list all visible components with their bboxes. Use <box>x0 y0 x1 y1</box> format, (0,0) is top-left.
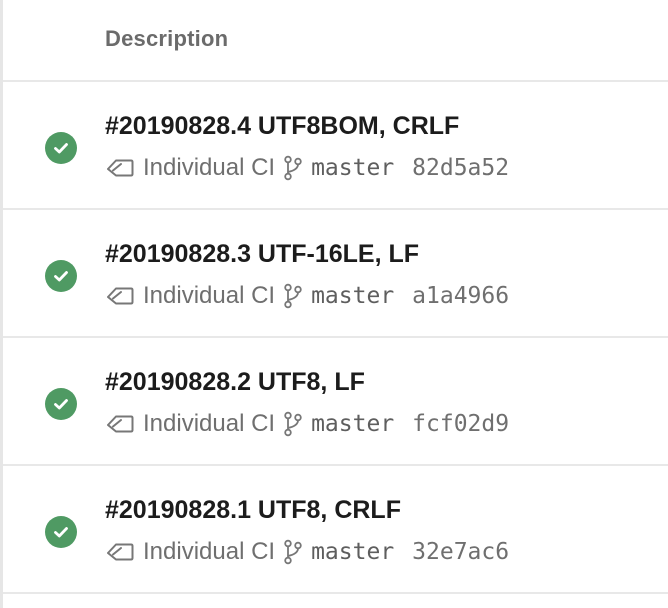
tag-icon <box>105 540 135 564</box>
run-row[interactable]: #20190828.1 UTF8, CRLF Individual CI mas… <box>3 466 668 594</box>
branch-name[interactable]: master <box>311 411 394 437</box>
run-meta: Individual CI master a1a4966 <box>105 280 509 312</box>
git-branch-icon <box>283 283 305 309</box>
run-row[interactable]: #20190828.3 UTF-16LE, LF Individual CI m… <box>3 210 668 338</box>
run-row[interactable]: #20190828.4 UTF8BOM, CRLF Individual CI … <box>3 82 668 210</box>
run-title[interactable]: #20190828.1 UTF8, CRLF <box>105 496 401 525</box>
commit-hash[interactable]: a1a4966 <box>412 283 509 309</box>
list-header: Description <box>3 0 668 82</box>
runs-list-panel: Description #20190828.4 UTF8BOM, CRLF In… <box>0 0 668 608</box>
run-meta: Individual CI master 82d5a52 <box>105 152 509 184</box>
check-circle-icon <box>45 132 77 164</box>
run-meta: Individual CI master fcf02d9 <box>105 408 509 440</box>
run-row[interactable]: #20190828.2 UTF8, LF Individual CI maste… <box>3 338 668 466</box>
run-meta: Individual CI master 32e7ac6 <box>105 536 509 568</box>
branch-name[interactable]: master <box>311 283 394 309</box>
check-circle-icon <box>45 388 77 420</box>
commit-hash[interactable]: 32e7ac6 <box>412 539 509 565</box>
run-title[interactable]: #20190828.3 UTF-16LE, LF <box>105 240 419 269</box>
pipeline-name[interactable]: Individual CI <box>143 410 275 438</box>
branch-name[interactable]: master <box>311 155 394 181</box>
commit-hash[interactable]: fcf02d9 <box>412 411 509 437</box>
tag-icon <box>105 412 135 436</box>
pipeline-name[interactable]: Individual CI <box>143 154 275 182</box>
description-column-header[interactable]: Description <box>105 26 228 52</box>
git-branch-icon <box>283 411 305 437</box>
pipeline-name[interactable]: Individual CI <box>143 538 275 566</box>
git-branch-icon <box>283 155 305 181</box>
run-title[interactable]: #20190828.2 UTF8, LF <box>105 368 365 397</box>
pipeline-name[interactable]: Individual CI <box>143 282 275 310</box>
check-circle-icon <box>45 516 77 548</box>
branch-name[interactable]: master <box>311 539 394 565</box>
check-circle-icon <box>45 260 77 292</box>
tag-icon <box>105 156 135 180</box>
run-title[interactable]: #20190828.4 UTF8BOM, CRLF <box>105 112 459 141</box>
commit-hash[interactable]: 82d5a52 <box>412 155 509 181</box>
tag-icon <box>105 284 135 308</box>
git-branch-icon <box>283 539 305 565</box>
